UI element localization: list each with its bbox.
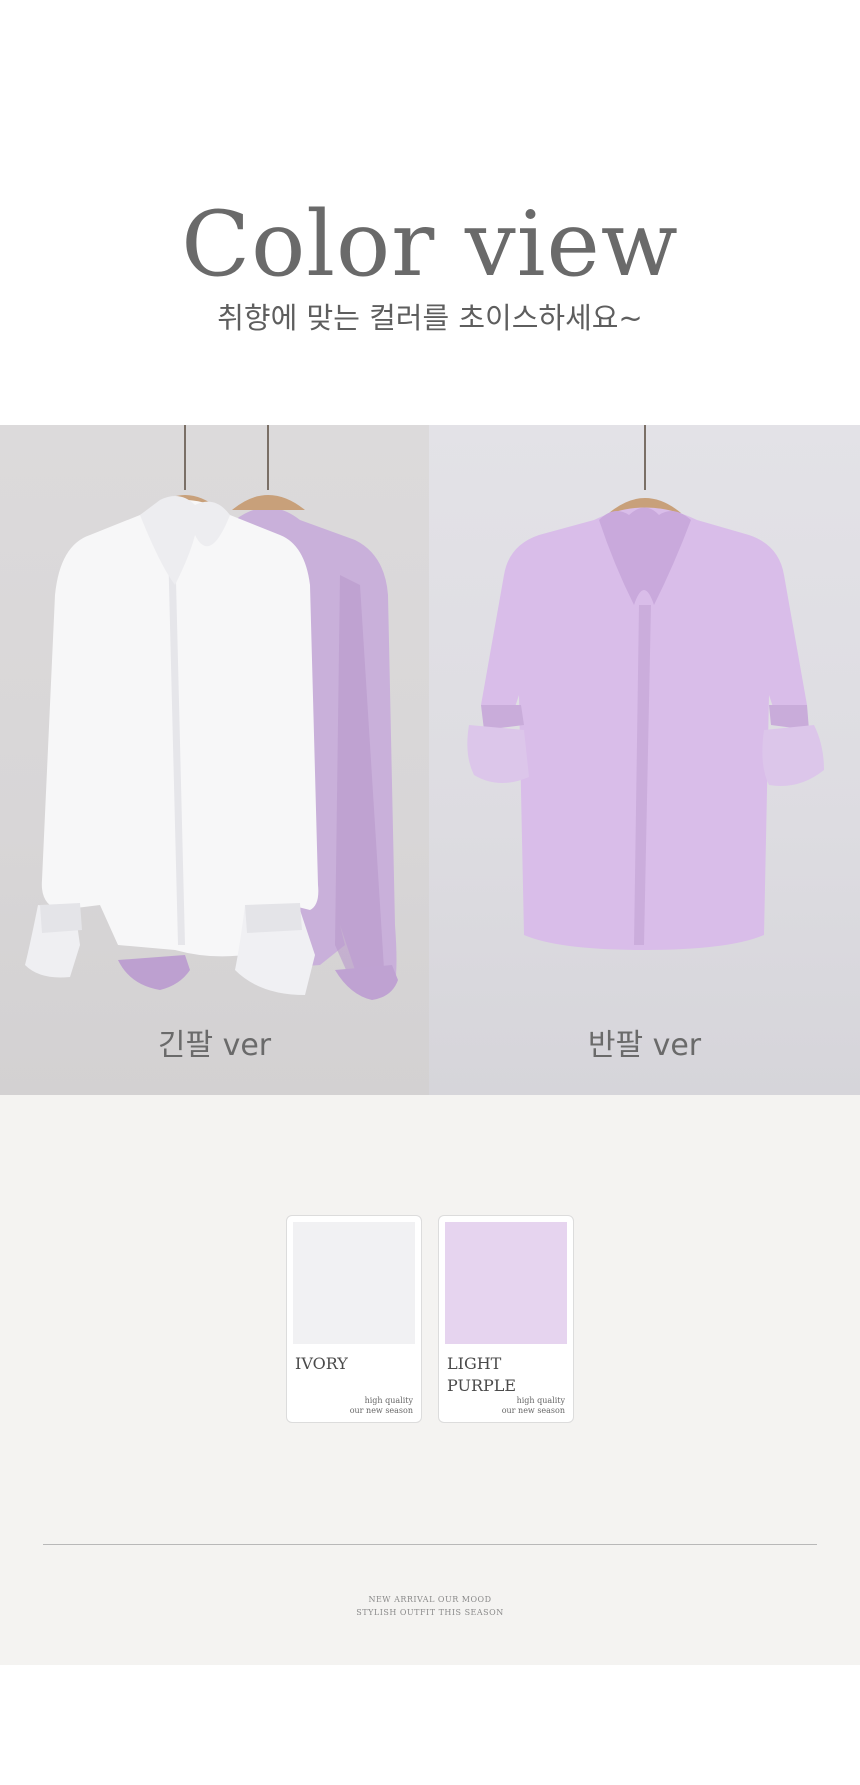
swatch-light-purple-name-line1: LIGHT <box>447 1354 502 1373</box>
swatch-ivory-color <box>293 1222 415 1344</box>
swatch-light-purple-name: LIGHT PURPLE <box>447 1353 567 1397</box>
swatch-light-purple-tag-line1: high quality <box>516 1396 565 1405</box>
swatch-light-purple-color <box>445 1222 567 1344</box>
footer-line1: NEW ARRIVAL OUR MOOD <box>368 1595 492 1604</box>
swatch-ivory-name: IVORY <box>295 1354 348 1373</box>
swatch-ivory-tag: high quality our new season <box>350 1396 413 1416</box>
long-sleeve-blouses-image <box>25 425 398 1000</box>
page-title: Color view <box>181 192 679 297</box>
long-sleeve-caption: 긴팔 ver <box>157 1028 272 1063</box>
footer-line2: STYLISH OUTFIT THIS SEASON <box>356 1608 504 1617</box>
product-photos: 긴팔 ver 반팔 ver <box>0 425 860 1095</box>
short-sleeve-photo: 반팔 ver <box>429 425 860 1095</box>
section-divider <box>43 1544 817 1545</box>
swatch-light-purple-name-line2: PURPLE <box>447 1376 517 1395</box>
footer-tagline: NEW ARRIVAL OUR MOOD STYLISH OUTFIT THIS… <box>0 1593 860 1619</box>
swatch-ivory-tag-line2: our new season <box>349 1406 413 1415</box>
long-sleeve-photo: 긴팔 ver <box>0 425 429 1095</box>
color-swatches-section: IVORY high quality our new season LIGHT … <box>0 1095 860 1665</box>
page-subtitle: 취향에 맞는 컬러를 초이스하세요~ <box>217 301 643 335</box>
bottom-spacer <box>0 1665 860 1785</box>
swatch-light-purple-tag: high quality our new season <box>502 1396 565 1416</box>
header-section: Color view 취향에 맞는 컬러를 초이스하세요~ <box>0 0 860 425</box>
swatch-light-purple-tag-line2: our new season <box>501 1406 565 1415</box>
swatch-ivory-tag-line1: high quality <box>364 1396 413 1405</box>
short-sleeve-blouse-image <box>467 425 824 950</box>
swatch-light-purple[interactable]: LIGHT PURPLE high quality our new season <box>438 1215 574 1423</box>
swatch-ivory[interactable]: IVORY high quality our new season <box>286 1215 422 1423</box>
short-sleeve-caption: 반팔 ver <box>587 1028 702 1063</box>
